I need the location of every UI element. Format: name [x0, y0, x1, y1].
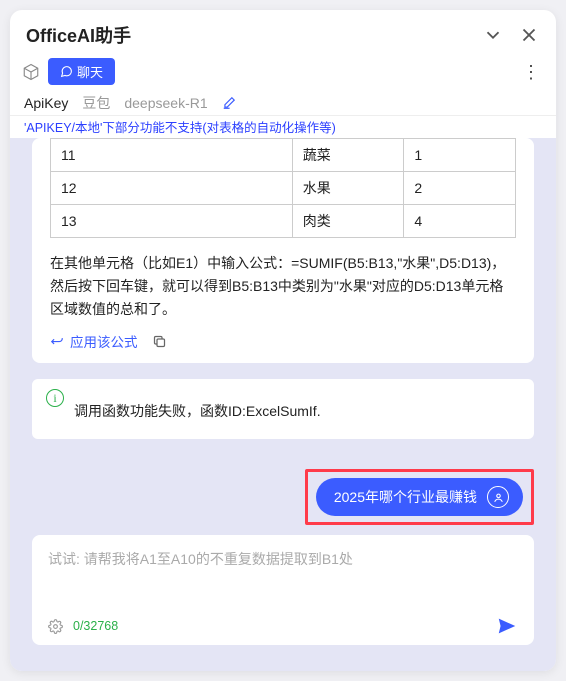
gear-icon[interactable]	[48, 619, 63, 634]
tab-doubao[interactable]: 豆包	[82, 93, 110, 113]
cell: 肉类	[292, 205, 404, 238]
chat-tab-label: 聊天	[77, 62, 103, 81]
chat-tab[interactable]: 聊天	[48, 58, 115, 85]
table-row: 11 蔬菜 1	[51, 139, 516, 172]
sub-header: 聊天 ⋮	[10, 54, 556, 91]
edit-icon[interactable]	[222, 96, 236, 110]
close-icon[interactable]	[518, 24, 540, 46]
copy-icon[interactable]	[152, 334, 167, 349]
cell: 12	[51, 172, 293, 205]
cell: 1	[404, 139, 516, 172]
cell: 13	[51, 205, 293, 238]
cell: 11	[51, 139, 293, 172]
header: OfficeAI助手	[10, 10, 556, 54]
assistant-message: 11 蔬菜 1 12 水果 2 13 肉类 4 在其他单元格（比如E1）中输入公…	[32, 138, 534, 363]
user-message-row: 2025年哪个行业最赚钱	[32, 469, 534, 525]
tab-deepseek[interactable]: deepseek-R1	[124, 95, 207, 111]
table-row: 12 水果 2	[51, 172, 516, 205]
info-icon: i	[46, 389, 64, 407]
cube-icon[interactable]	[22, 63, 40, 81]
app-panel: OfficeAI助手 聊天 ⋮ ApiKey 豆包 deepseek-R1 'A…	[10, 10, 556, 671]
apply-formula-label: 应用该公式	[70, 331, 138, 351]
apply-formula-button[interactable]: 应用该公式	[50, 331, 138, 351]
assistant-actions: 应用该公式	[50, 331, 516, 351]
assistant-explanation: 在其他单元格（比如E1）中输入公式：=SUMIF(B5:B13,"水果",D5:…	[50, 238, 516, 331]
char-counter: 0/32768	[73, 619, 118, 633]
cell: 4	[404, 205, 516, 238]
cell: 蔬菜	[292, 139, 404, 172]
app-title: OfficeAI助手	[26, 22, 468, 48]
warning-text: 'APIKEY/本地'下部分功能不支持(对表格的自动化操作等)	[10, 116, 556, 138]
user-message-text: 2025年哪个行业最赚钱	[334, 487, 477, 507]
error-message: i 调用函数功能失败，函数ID:ExcelSumIf.	[32, 379, 534, 439]
data-table: 11 蔬菜 1 12 水果 2 13 肉类 4	[50, 138, 516, 238]
cell: 2	[404, 172, 516, 205]
user-avatar-icon	[487, 486, 509, 508]
user-message-bubble: 2025年哪个行业最赚钱	[316, 478, 523, 516]
more-menu-icon[interactable]: ⋮	[522, 63, 540, 81]
collapse-icon[interactable]	[482, 24, 504, 46]
tab-apikey[interactable]: ApiKey	[24, 95, 68, 111]
chat-area: 11 蔬菜 1 12 水果 2 13 肉类 4 在其他单元格（比如E1）中输入公…	[10, 138, 556, 671]
error-text: 调用函数功能失败，函数ID:ExcelSumIf.	[74, 389, 321, 421]
cell: 水果	[292, 172, 404, 205]
send-button[interactable]	[496, 615, 518, 637]
highlight-annotation: 2025年哪个行业最赚钱	[305, 469, 534, 525]
input-footer: 0/32768	[48, 615, 518, 637]
table-row: 13 肉类 4	[51, 205, 516, 238]
api-tabs-row: ApiKey 豆包 deepseek-R1	[10, 91, 556, 116]
message-input[interactable]: 试试: 请帮我将A1至A10的不重复数据提取到B1处	[48, 549, 518, 591]
message-input-card[interactable]: 试试: 请帮我将A1至A10的不重复数据提取到B1处 0/32768	[32, 535, 534, 645]
